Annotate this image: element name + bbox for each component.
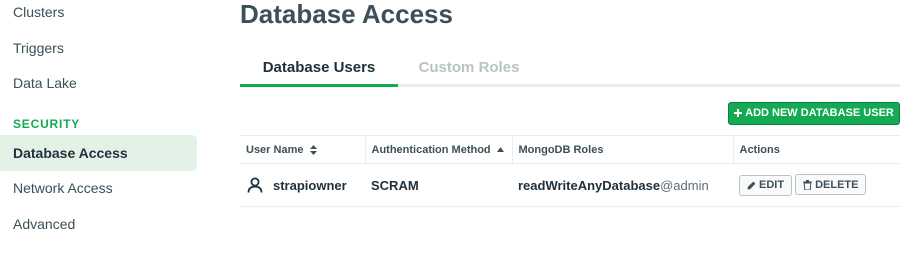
delete-user-button[interactable]: DELETE — [795, 174, 867, 196]
column-header-label: MongoDB Roles — [518, 143, 604, 156]
edit-button-label: EDIT — [759, 179, 785, 192]
user-icon — [247, 177, 263, 193]
trash-icon — [803, 179, 813, 190]
sidebar-item-database-access[interactable]: Database Access — [0, 135, 197, 171]
add-button-label: ADD NEW DATABASE USER — [745, 107, 894, 119]
add-new-database-user-button[interactable]: ADD NEW DATABASE USER — [728, 102, 900, 125]
user-name: strapiowner — [273, 177, 347, 193]
sidebar-section-security: SECURITY — [13, 117, 81, 131]
sidebar-item-clusters[interactable]: Clusters — [0, 0, 197, 30]
column-header-actions: Actions — [732, 135, 900, 164]
column-header-label: Authentication Method — [371, 143, 491, 156]
tab-database-users[interactable]: Database Users — [240, 50, 398, 87]
edit-user-button[interactable]: EDIT — [739, 174, 793, 196]
column-header-label: Actions — [739, 143, 780, 156]
tab-bar: Database Users Custom Roles — [240, 50, 900, 87]
roles-cell: readWriteAnyDatabase@admin — [512, 163, 733, 207]
column-header-label: User Name — [246, 143, 304, 156]
actions-cell: EDIT DELETE — [733, 163, 900, 207]
table-row: strapiowner SCRAM readWriteAnyDatabase@a… — [240, 163, 900, 207]
sidebar: Clusters Triggers Data Lake SECURITY Dat… — [0, 0, 205, 262]
delete-button-label: DELETE — [815, 178, 859, 191]
pencil-icon — [747, 181, 756, 190]
sort-icon — [309, 144, 317, 155]
role-database: @admin — [660, 177, 709, 193]
user-name-cell: strapiowner — [240, 163, 365, 207]
tab-custom-roles[interactable]: Custom Roles — [398, 50, 540, 87]
sidebar-item-advanced[interactable]: Advanced — [0, 206, 197, 242]
sidebar-item-network-access[interactable]: Network Access — [0, 170, 197, 206]
plus-icon — [734, 108, 743, 117]
sidebar-item-data-lake[interactable]: Data Lake — [0, 65, 197, 101]
column-header-auth-method[interactable]: Authentication Method — [364, 135, 512, 164]
auth-method-cell: SCRAM — [365, 163, 512, 207]
sidebar-item-triggers[interactable]: Triggers — [0, 30, 197, 66]
page-title: Database Access — [240, 0, 453, 29]
auth-method: SCRAM — [371, 177, 419, 193]
column-header-user-name[interactable]: User Name — [240, 135, 365, 164]
column-header-mongodb-roles: MongoDB Roles — [511, 135, 733, 164]
sort-ascending-icon — [496, 147, 504, 153]
database-users-table: User Name Authentication Method MongoDB … — [240, 135, 900, 207]
role-name: readWriteAnyDatabase — [518, 177, 661, 193]
table-header-row: User Name Authentication Method MongoDB … — [240, 135, 900, 164]
